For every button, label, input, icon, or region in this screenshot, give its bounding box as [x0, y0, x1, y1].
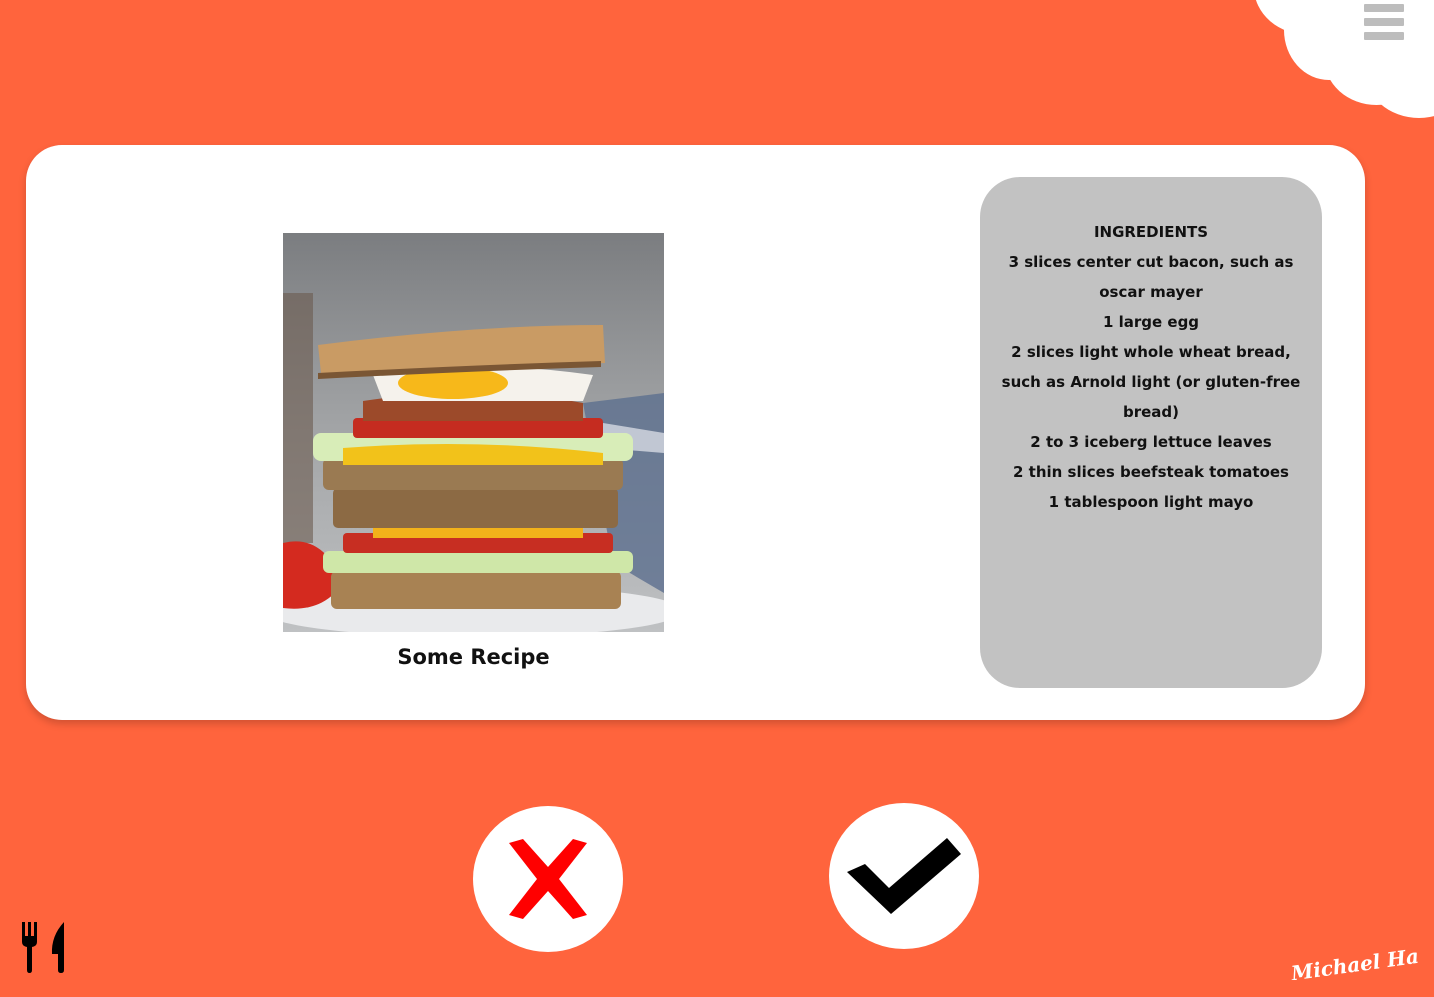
recipe-photo — [283, 233, 664, 632]
recipe-card: Some Recipe INGREDIENTS 3 slices center … — [26, 145, 1365, 720]
checkmark-icon — [847, 838, 961, 914]
ingredients-heading: INGREDIENTS — [1093, 223, 1209, 241]
reject-button[interactable] — [473, 806, 623, 952]
menu-button[interactable] — [1364, 4, 1404, 40]
hamburger-menu-icon — [1364, 4, 1404, 12]
svg-text:Michael Hall: Michael Hall — [1289, 942, 1418, 980]
menu-bar — [1364, 32, 1404, 40]
ingredients-panel: INGREDIENTS 3 slices center cut bacon, s… — [980, 177, 1322, 688]
signature: Michael Hall — [1286, 940, 1434, 986]
sandwich-photo — [283, 233, 664, 632]
ingredient-item: 2 thin slices beefsteak tomatoes — [1013, 463, 1289, 481]
fork-knife-icon — [20, 920, 68, 974]
menu-bar — [1364, 18, 1404, 26]
ingredient-item: 1 tablespoon light mayo — [1048, 493, 1254, 511]
ingredient-item: 3 slices center cut bacon, such as oscar… — [1008, 253, 1294, 301]
ingredient-item: 2 slices light whole wheat bread, such a… — [1001, 343, 1301, 421]
accept-button[interactable] — [829, 803, 979, 949]
ingredient-item: 1 large egg — [1102, 313, 1200, 331]
recipe-title: Some Recipe — [397, 645, 550, 669]
ingredient-item: 2 to 3 iceberg lettuce leaves — [1030, 433, 1272, 451]
x-icon — [509, 839, 587, 919]
